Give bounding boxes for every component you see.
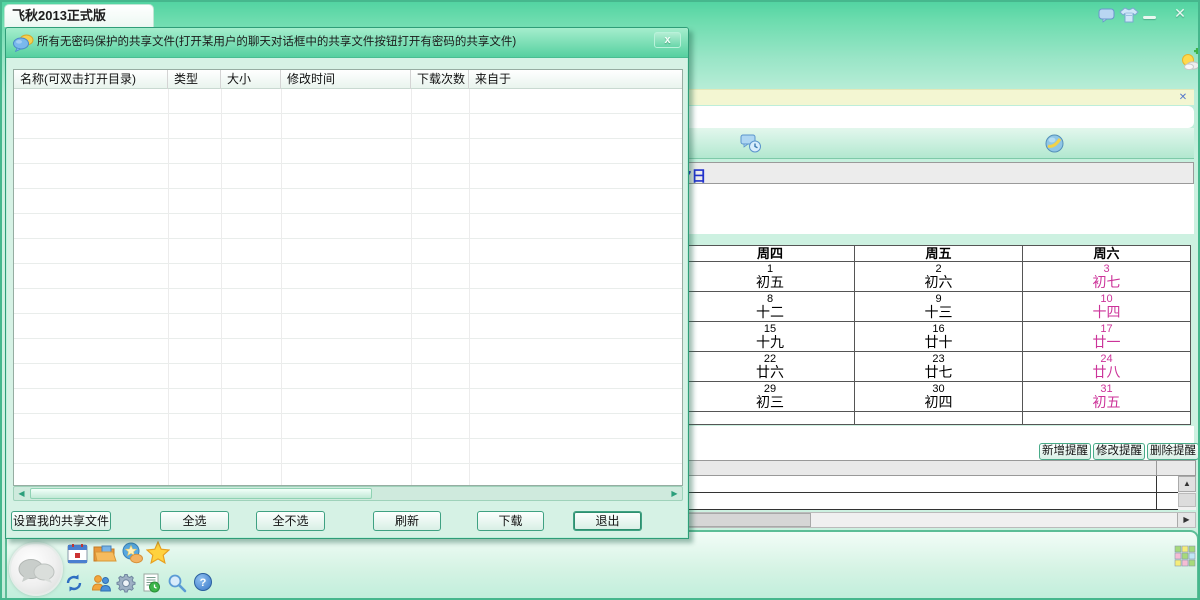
column-type[interactable]: 类型 bbox=[168, 70, 221, 89]
calendar-week-row: 8十二 9十三 10十四 bbox=[686, 291, 1190, 321]
calendar-cell[interactable]: 23廿七 bbox=[854, 352, 1022, 381]
select-none-button[interactable]: 全不选 bbox=[256, 511, 325, 531]
skin-shirt-icon[interactable] bbox=[1119, 7, 1139, 23]
set-share-button[interactable]: 设置我的共享文件 bbox=[11, 511, 111, 531]
app-window: 飞秋2013正式版 ✕ ✕ 7日 周四 周五 bbox=[0, 0, 1200, 600]
calendar-icon[interactable] bbox=[67, 543, 88, 564]
dialog-header: 所有无密码保护的共享文件(打开某用户的聊天对话框中的共享文件按钮打开有密码的共享… bbox=[6, 28, 688, 58]
avatar[interactable] bbox=[9, 542, 63, 596]
calendar-table: 周四 周五 周六 1初五 2初六 3初七 8十二 9十三 10十四 15十九 1… bbox=[685, 245, 1191, 425]
calendar-cell[interactable]: 9十三 bbox=[854, 292, 1022, 321]
calendar-header-fri: 周五 bbox=[854, 246, 1022, 261]
calendar-cell[interactable]: 29初三 bbox=[686, 382, 854, 411]
log-history-icon[interactable] bbox=[141, 573, 161, 593]
column-name[interactable]: 名称(可双击打开目录) bbox=[14, 70, 168, 89]
column-from[interactable]: 来自于 bbox=[469, 70, 682, 89]
minimize-icon[interactable] bbox=[1143, 16, 1156, 19]
file-list-body[interactable] bbox=[14, 89, 682, 485]
calendar-cell[interactable]: 17廿一 bbox=[1022, 322, 1190, 351]
file-list-hscrollbar[interactable]: ◀ ▶ bbox=[13, 486, 683, 501]
exit-button[interactable]: 退出 bbox=[573, 511, 642, 531]
refresh-icon[interactable] bbox=[64, 573, 84, 593]
hscroll-thumb[interactable] bbox=[30, 488, 372, 499]
calendar-empty-row bbox=[686, 411, 1190, 424]
window-title-tab: 飞秋2013正式版 bbox=[4, 4, 154, 27]
calendar-header-thu: 周四 bbox=[686, 246, 854, 261]
calendar-header-sat: 周六 bbox=[1022, 246, 1190, 261]
weather-add-icon[interactable] bbox=[1179, 48, 1200, 74]
calendar-week-row: 15十九 16廿十 17廿一 bbox=[686, 321, 1190, 351]
help-icon[interactable]: ? bbox=[194, 573, 212, 591]
vscroll-thumb[interactable] bbox=[1178, 493, 1196, 507]
grid-apps-icon[interactable] bbox=[1174, 545, 1196, 567]
scroll-right-icon[interactable]: ▶ bbox=[1177, 513, 1195, 527]
calendar-cell[interactable]: 3初七 bbox=[1022, 262, 1190, 291]
bottom-toolbar-panel: ? bbox=[5, 530, 1199, 600]
add-reminder-button[interactable]: 新增提醒 bbox=[1039, 443, 1091, 460]
calendar-cell[interactable]: 8十二 bbox=[686, 292, 854, 321]
delete-reminder-button[interactable]: 删除提醒 bbox=[1147, 443, 1199, 460]
column-size[interactable]: 大小 bbox=[221, 70, 281, 89]
shared-folder-icon[interactable] bbox=[93, 543, 117, 564]
chat-bubbles-icon bbox=[13, 34, 34, 52]
calendar-week-row: 29初三 30初四 31初五 bbox=[686, 381, 1190, 411]
file-list-header: 名称(可双击打开目录) 类型 大小 修改时间 下载次数 来自于 bbox=[14, 70, 682, 89]
users-icon[interactable] bbox=[91, 573, 112, 593]
scroll-up-icon[interactable]: ▲ bbox=[1178, 476, 1196, 492]
calendar-week-row: 22廿六 23廿七 24廿八 bbox=[686, 351, 1190, 381]
calendar-cell[interactable]: 15十九 bbox=[686, 322, 854, 351]
column-downloads[interactable]: 下载次数 bbox=[411, 70, 469, 89]
search-icon[interactable] bbox=[167, 573, 187, 593]
calendar-cell[interactable]: 30初四 bbox=[854, 382, 1022, 411]
dialog-title: 所有无密码保护的共享文件(打开某用户的聊天对话框中的共享文件按钮打开有密码的共享… bbox=[37, 28, 516, 57]
calendar-header-row: 周四 周五 周六 bbox=[686, 246, 1190, 261]
file-list: 名称(可双击打开目录) 类型 大小 修改时间 下载次数 来自于 bbox=[13, 69, 683, 486]
reminder-vscrollbar[interactable]: ▲ bbox=[1178, 476, 1196, 510]
calendar-cell[interactable]: 24廿八 bbox=[1022, 352, 1190, 381]
globe-icon[interactable] bbox=[1044, 133, 1065, 154]
calendar-cell[interactable]: 10十四 bbox=[1022, 292, 1190, 321]
calendar-cell[interactable]: 22廿六 bbox=[686, 352, 854, 381]
notification-close-icon[interactable]: ✕ bbox=[1176, 91, 1190, 105]
scroll-right-icon[interactable]: ▶ bbox=[667, 487, 682, 500]
chat-history-icon[interactable] bbox=[740, 133, 762, 154]
window-close-icon[interactable]: ✕ bbox=[1170, 5, 1190, 23]
scroll-left-icon[interactable]: ◀ bbox=[14, 487, 29, 500]
select-all-button[interactable]: 全选 bbox=[160, 511, 229, 531]
column-modified[interactable]: 修改时间 bbox=[281, 70, 411, 89]
refresh-button[interactable]: 刷新 bbox=[373, 511, 441, 531]
shared-files-dialog: 所有无密码保护的共享文件(打开某用户的聊天对话框中的共享文件按钮打开有密码的共享… bbox=[5, 27, 689, 539]
edit-reminder-button[interactable]: 修改提醒 bbox=[1093, 443, 1145, 460]
star-contacts-icon[interactable] bbox=[120, 542, 144, 564]
download-button[interactable]: 下载 bbox=[477, 511, 544, 531]
calendar-cell[interactable]: 31初五 bbox=[1022, 382, 1190, 411]
star-icon[interactable] bbox=[146, 541, 170, 564]
settings-gear-icon[interactable] bbox=[116, 573, 136, 593]
window-title: 飞秋2013正式版 bbox=[5, 5, 153, 27]
column-divider bbox=[1156, 476, 1157, 510]
calendar-week-row: 1初五 2初六 3初七 bbox=[686, 261, 1190, 291]
chat-bubble-icon[interactable] bbox=[1098, 8, 1116, 24]
calendar-cell[interactable]: 16廿十 bbox=[854, 322, 1022, 351]
column-divider bbox=[1156, 461, 1157, 475]
calendar-cell[interactable]: 2初六 bbox=[854, 262, 1022, 291]
calendar-cell[interactable]: 1初五 bbox=[686, 262, 854, 291]
dialog-close-button[interactable]: x bbox=[654, 32, 681, 48]
